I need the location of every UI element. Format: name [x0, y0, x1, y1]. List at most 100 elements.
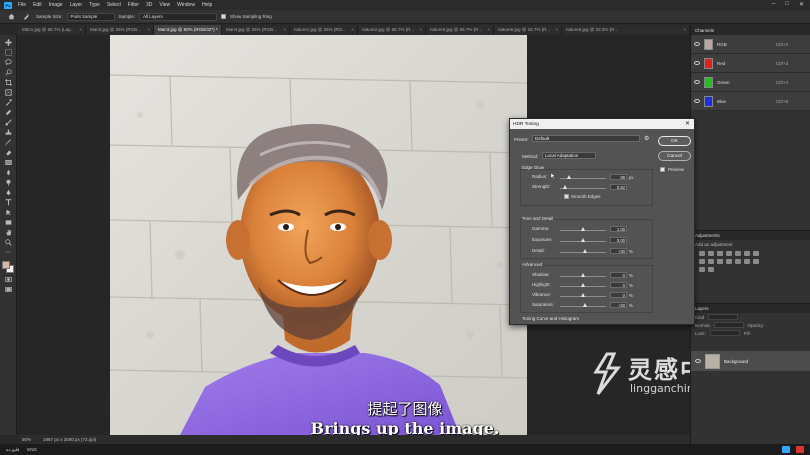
foreground-color-swatch[interactable]: [2, 261, 10, 269]
rectangle-tool-icon[interactable]: [3, 218, 14, 226]
gradient-tool-icon[interactable]: [3, 158, 14, 166]
tab-nature6[interactable]: nature6.jpg @ 33.3% (R... ×: [562, 25, 690, 35]
lock-options[interactable]: [709, 330, 740, 336]
method-select[interactable]: Local Adaptation: [542, 152, 596, 159]
tab-man4[interactable]: Man4.jpg @ 25% (RGB... ×: [222, 25, 290, 35]
menu-view[interactable]: View: [159, 2, 170, 8]
sample-select[interactable]: All Layers: [139, 12, 218, 21]
saturation-slider-thumb[interactable]: [582, 303, 587, 307]
menu-select[interactable]: Select: [107, 2, 121, 8]
close-tab-icon[interactable]: ×: [419, 27, 422, 32]
hand-tool-icon[interactable]: [3, 228, 14, 236]
menu-help[interactable]: Help: [202, 2, 212, 8]
exposure-icon[interactable]: [726, 251, 732, 256]
clone-stamp-icon[interactable]: [3, 128, 14, 136]
levels-icon[interactable]: [708, 251, 714, 256]
eyedropper-icon[interactable]: [3, 98, 14, 106]
dodge-tool-icon[interactable]: [3, 178, 14, 186]
menu-edit[interactable]: Edit: [33, 2, 42, 8]
crop-tool-icon[interactable]: [3, 78, 14, 86]
photoshop-app-icon[interactable]: [782, 446, 790, 453]
eraser-tool-icon[interactable]: [3, 148, 14, 156]
dialog-titlebar[interactable]: HDR Toning ✕: [510, 119, 694, 129]
preset-options-gear-icon[interactable]: ⚙: [644, 135, 649, 142]
vibrance-icon[interactable]: [735, 251, 741, 256]
tone-detail-title[interactable]: Tone and Detail: [522, 216, 553, 221]
smooth-edges-checkbox[interactable]: [564, 194, 569, 199]
quick-select-tool-icon[interactable]: [3, 68, 14, 76]
adjustments-title[interactable]: Adjustments: [691, 231, 810, 240]
menu-file[interactable]: File: [18, 2, 26, 8]
channels-panel-tab[interactable]: Channels: [691, 25, 810, 35]
zoom-level[interactable]: 50%: [22, 437, 31, 442]
ok-button[interactable]: OK: [658, 136, 691, 146]
threshold-icon[interactable]: [753, 259, 759, 264]
keyboard-language[interactable]: ENG: [27, 447, 37, 452]
color-balance-icon[interactable]: [753, 251, 759, 256]
home-icon[interactable]: [6, 13, 17, 21]
radius-value[interactable]: 99: [610, 174, 627, 180]
detail-slider-thumb[interactable]: [582, 249, 587, 253]
tab-nature1[interactable]: nature1.jpg @ 25% (RG... ×: [290, 25, 358, 35]
strength-slider-thumb[interactable]: [563, 185, 568, 189]
layers-title[interactable]: Layers: [691, 304, 810, 313]
channel-row-red[interactable]: Red Ctrl+3: [691, 54, 810, 73]
exposure-slider-thumb[interactable]: [580, 238, 585, 242]
type-tool-icon[interactable]: [3, 198, 14, 206]
app-icon[interactable]: [796, 446, 804, 453]
advanced-title[interactable]: Advanced: [522, 262, 542, 267]
layer-background[interactable]: Background: [691, 351, 810, 371]
close-tab-icon[interactable]: ×: [147, 27, 150, 32]
cancel-button[interactable]: Cancel: [658, 151, 691, 161]
tab-nature2[interactable]: nature2.jpg @ 66.7% (R... ×: [358, 25, 426, 35]
tab-man1[interactable]: Man1.jpg @ 66.7% (Lay... ×: [18, 25, 86, 35]
minimize-icon[interactable]: –: [772, 1, 775, 8]
brush-tool-icon[interactable]: [3, 118, 14, 126]
channel-row-blue[interactable]: Blue Ctrl+5: [691, 92, 810, 111]
selective-color-icon[interactable]: [699, 267, 705, 272]
radius-slider-thumb[interactable]: [566, 175, 571, 179]
gradient-map-icon[interactable]: [708, 267, 714, 272]
zoom-tool-icon[interactable]: [3, 238, 14, 246]
preview-checkbox[interactable]: [660, 167, 665, 172]
channel-row-green[interactable]: Green Ctrl+4: [691, 73, 810, 92]
tab-nature5[interactable]: nature5.jpg @ 16.7% (R... ×: [494, 25, 562, 35]
gamma-value[interactable]: 1.00: [610, 226, 627, 232]
edge-glow-title[interactable]: Edge Glow: [522, 165, 544, 170]
tab-man2[interactable]: Man2.jpg @ 25% (RGB... ×: [86, 25, 154, 35]
photo-filter-icon[interactable]: [708, 259, 714, 264]
screen-mode-icon[interactable]: [3, 285, 14, 293]
pen-tool-icon[interactable]: [3, 188, 14, 196]
hue-saturation-icon[interactable]: [744, 251, 750, 256]
frame-tool-icon[interactable]: [3, 88, 14, 96]
menu-layer[interactable]: Layer: [70, 2, 83, 8]
close-window-icon[interactable]: ✕: [799, 1, 804, 8]
invert-icon[interactable]: [735, 259, 741, 264]
close-tab-icon[interactable]: ×: [351, 27, 354, 32]
close-tab-icon[interactable]: ×: [283, 27, 286, 32]
shadow-slider-thumb[interactable]: [580, 273, 585, 277]
brightness-icon[interactable]: [699, 251, 705, 256]
menu-3d[interactable]: 3D: [146, 2, 152, 8]
more-tools-icon[interactable]: ⋯: [3, 248, 14, 256]
exposure-value[interactable]: 0.00: [610, 237, 627, 243]
posterize-icon[interactable]: [744, 259, 750, 264]
sample-size-select[interactable]: Point Sample: [66, 12, 115, 21]
color-swatches[interactable]: [2, 261, 14, 273]
vibrance-slider-thumb[interactable]: [580, 293, 585, 297]
lasso-tool-icon[interactable]: [3, 58, 14, 66]
show-sampling-ring-checkbox[interactable]: [221, 14, 227, 19]
eye-icon[interactable]: [694, 42, 700, 46]
path-select-icon[interactable]: [3, 208, 14, 216]
channel-row-rgb[interactable]: RGB Ctrl+2: [691, 35, 810, 54]
highlight-slider-thumb[interactable]: [580, 283, 585, 287]
close-tab-icon[interactable]: ×: [683, 27, 686, 32]
channel-mixer-icon[interactable]: [717, 259, 723, 264]
toning-curve-title[interactable]: Toning Curve and Histogram: [522, 316, 579, 321]
strength-value[interactable]: 0.52: [610, 184, 627, 190]
menu-window[interactable]: Window: [177, 2, 195, 8]
color-lookup-icon[interactable]: [726, 259, 732, 264]
curves-icon[interactable]: [717, 251, 723, 256]
gamma-slider-thumb[interactable]: [580, 227, 585, 231]
healing-brush-icon[interactable]: [3, 108, 14, 116]
